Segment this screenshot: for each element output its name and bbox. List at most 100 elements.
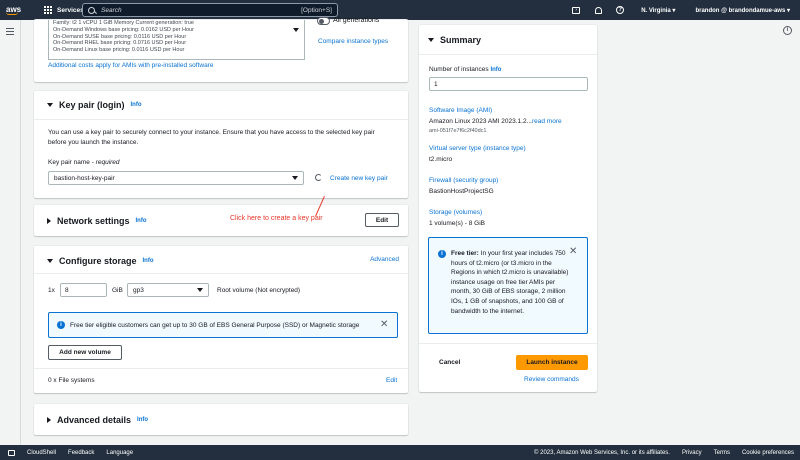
network-settings-header[interactable]: Network settings Info — [47, 216, 147, 226]
copyright-text: © 2023, Amazon Web Services, Inc. or its… — [534, 449, 670, 456]
advanced-details-header[interactable]: Advanced details Info — [47, 415, 148, 425]
caret-down-icon — [47, 259, 53, 263]
additional-costs-link[interactable]: Additional costs apply for AMIs with pre… — [48, 62, 213, 69]
create-new-key-pair-link[interactable]: Create new key pair — [330, 175, 388, 182]
footer: CloudShell Feedback Language © 2023, Ama… — [0, 445, 800, 460]
terms-link[interactable]: Terms — [714, 450, 730, 456]
instances-label: Number of instances Info — [429, 66, 501, 73]
feedback-link[interactable]: Feedback — [68, 450, 94, 456]
storage-info-link[interactable]: Info — [143, 258, 154, 264]
chevron-down-icon — [292, 176, 298, 180]
volume-type-select[interactable]: gp3 — [127, 283, 209, 297]
cloudshell-button[interactable]: › — [565, 0, 587, 20]
instances-info-link[interactable]: Info — [490, 67, 501, 73]
close-icon[interactable]: ✕ — [569, 247, 577, 257]
terminal-icon: › — [572, 6, 581, 14]
instance-detail-line: On-Demand RHEL base pricing: 0.0716 USD … — [53, 40, 187, 47]
required-text: required — [95, 159, 120, 166]
instance-detail-line: On-Demand SUSE base pricing: 0.0116 USD … — [53, 33, 187, 40]
configure-storage-title: Configure storage — [59, 256, 137, 266]
free-tier-alert: i Free tier: In your first year includes… — [428, 237, 588, 334]
aws-logo-text: aws — [6, 4, 22, 14]
free-tier-storage-notice: i Free tier eligible customers can get u… — [48, 312, 398, 338]
volume-unit: GiB — [112, 287, 123, 294]
search-placeholder: Search — [101, 6, 122, 14]
compare-instance-types-link[interactable]: Compare instance types — [318, 38, 388, 45]
add-new-volume-button[interactable]: Add new volume — [48, 345, 122, 360]
search-shortcut: [Option+S] — [301, 6, 332, 14]
search-icon — [88, 6, 95, 14]
instance-detail-line: On-Demand Linux base pricing: 0.0116 USD… — [53, 47, 185, 54]
key-pair-value: bastion-host-key-pair — [54, 174, 115, 182]
firewall-value: BastionHostProjectSG — [429, 188, 494, 195]
caret-down-icon — [428, 38, 434, 42]
summary-header[interactable]: Summary — [428, 35, 481, 45]
free-tier-body: In your first year includes 750 hours of… — [451, 250, 569, 315]
caret-right-icon — [47, 218, 51, 224]
configure-storage-header[interactable]: Configure storage Info — [47, 256, 154, 266]
key-pair-info-link[interactable]: Info — [131, 102, 142, 108]
instance-type-value: t2.micro — [429, 156, 453, 163]
free-tier-bold: Free tier: — [451, 250, 479, 257]
cloudshell-link[interactable]: CloudShell — [27, 450, 56, 456]
storage-label-link[interactable]: Storage (volumes) — [429, 209, 482, 216]
chevron-down-icon — [197, 288, 203, 292]
chevron-down-icon — [293, 28, 299, 32]
storage-value: 1 volume(s) - 8 GiB — [429, 220, 485, 227]
file-systems-edit-link[interactable]: Edit — [386, 377, 397, 384]
key-pair-select[interactable]: bastion-host-key-pair — [48, 171, 304, 185]
search-input[interactable]: Search [Option+S] — [82, 3, 338, 17]
services-label: Services — [57, 6, 84, 14]
instance-type-label-link[interactable]: Virtual server type (instance type) — [429, 145, 526, 152]
hamburger-menu-icon[interactable] — [6, 28, 14, 37]
field-label-text: Key pair name - — [48, 159, 96, 166]
info-panel-icon[interactable]: i — [783, 26, 792, 35]
volume-size-input[interactable]: 8 — [60, 283, 107, 297]
refresh-icon[interactable] — [315, 174, 322, 181]
key-pair-header[interactable]: Key pair (login) Info — [47, 100, 142, 110]
cookie-preferences-link[interactable]: Cookie preferences — [742, 450, 794, 456]
network-info-link[interactable]: Info — [136, 218, 147, 224]
cancel-button[interactable]: Cancel — [439, 359, 460, 366]
ami-label-link[interactable]: Software Image (AMI) — [429, 107, 492, 114]
cloudshell-icon — [8, 449, 15, 456]
privacy-link[interactable]: Privacy — [682, 450, 702, 456]
network-edit-button[interactable]: Edit — [365, 213, 399, 227]
instance-detail-line: On-Demand Windows base pricing: 0.0162 U… — [53, 26, 194, 33]
all-generations-toggle[interactable] — [317, 17, 330, 25]
volume-count: 1x — [48, 287, 55, 294]
advanced-details-title: Advanced details — [57, 415, 132, 425]
read-more-link[interactable]: read more — [532, 118, 562, 125]
help-button[interactable]: ? — [609, 0, 631, 20]
notice-text: Free tier eligible customers can get up … — [70, 321, 360, 329]
account-menu[interactable]: brandon @ brandondamue-aws ▾ — [685, 7, 800, 14]
services-menu[interactable]: Services — [44, 6, 84, 14]
info-icon: i — [438, 250, 446, 258]
advanced-info-link[interactable]: Info — [137, 417, 148, 423]
launch-instance-button[interactable]: Launch instance — [516, 355, 588, 370]
firewall-label-link[interactable]: Firewall (security group) — [429, 177, 498, 184]
instances-label-text: Number of instances — [429, 66, 489, 73]
key-pair-title: Key pair (login) — [59, 100, 125, 110]
summary-title: Summary — [440, 35, 482, 45]
close-icon[interactable]: ✕ — [380, 320, 388, 330]
number-of-instances-input[interactable]: 1 — [429, 77, 588, 91]
aws-logo[interactable]: aws — [6, 4, 28, 15]
notifications-button[interactable] — [587, 0, 609, 20]
ami-id: ami-051f7e7f6c2f40dc1 — [429, 128, 487, 134]
language-link[interactable]: Language — [106, 450, 133, 456]
annotation-text: Click here to create a key pair — [230, 215, 323, 222]
side-divider — [20, 20, 21, 445]
review-commands-link[interactable]: Review commands — [524, 376, 579, 383]
volume-type-value: gp3 — [133, 286, 144, 294]
region-selector[interactable]: N. Virginia ▾ — [631, 7, 685, 14]
free-tier-text: Free tier: In your first year includes 7… — [451, 249, 569, 316]
storage-advanced-link[interactable]: Advanced — [370, 256, 399, 263]
file-systems-count: 0 x File systems — [48, 377, 95, 384]
key-pair-description: You can use a key pair to securely conne… — [48, 129, 375, 146]
instance-type-select[interactable]: Family: t2 1 vCPU 1 GiB Memory Current g… — [48, 20, 305, 60]
root-volume-label: Root volume (Not encrypted) — [217, 287, 301, 294]
ami-value-text: Amazon Linux 2023 AMI 2023.1.2... — [429, 118, 532, 125]
caret-right-icon — [47, 417, 51, 423]
info-icon: i — [57, 321, 65, 329]
